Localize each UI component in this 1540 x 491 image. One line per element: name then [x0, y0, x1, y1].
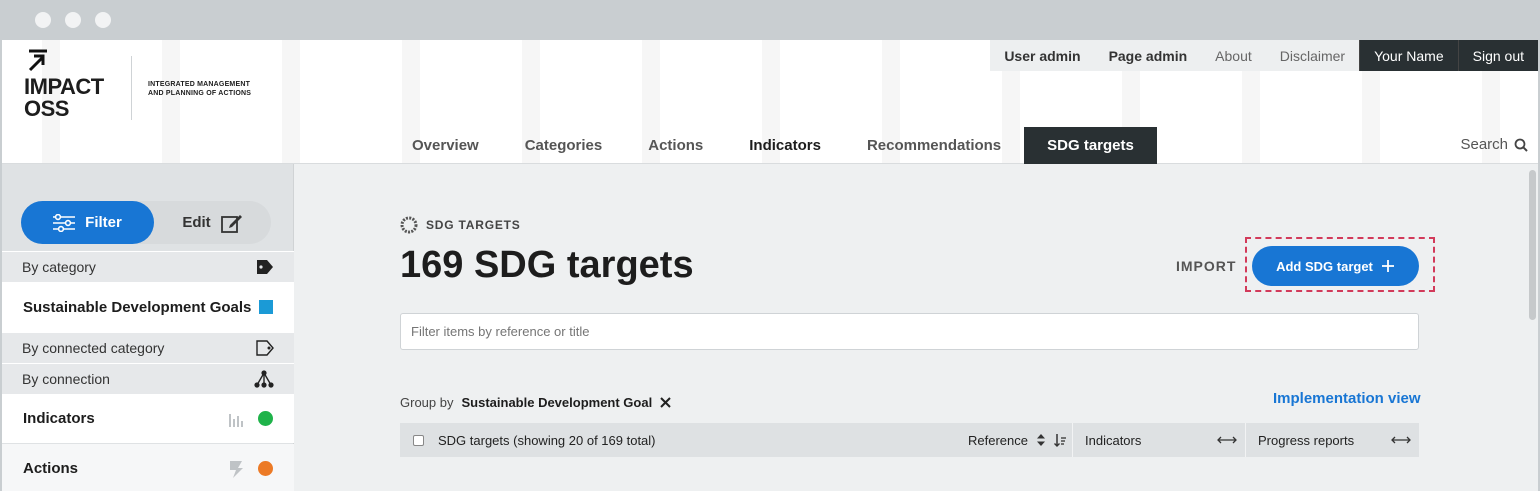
browser-chrome [0, 0, 1540, 40]
window-close-dot[interactable] [35, 12, 51, 28]
logo-tagline: INTEGRATED MANAGEMENT AND PLANNING OF AC… [148, 80, 251, 98]
site-header: IMPACT OSS INTEGRATED MANAGEMENT AND PLA… [2, 40, 1538, 164]
by-connected-category-label: By connected category [22, 340, 165, 356]
logo-divider [131, 56, 132, 120]
user-admin-link[interactable]: User admin [990, 40, 1095, 71]
by-connected-category-header[interactable]: By connected category [2, 332, 294, 363]
tab-recommendations[interactable]: Recommendations [844, 127, 1024, 164]
close-icon[interactable] [660, 397, 671, 408]
sidebar-item-sdg-goals-label: Sustainable Development Goals [23, 298, 252, 316]
edit-label: Edit [182, 214, 211, 231]
filter-edit-toggle: Filter Edit [21, 201, 271, 244]
disclaimer-link[interactable]: Disclaimer [1265, 40, 1360, 71]
group-by-label: Group by [400, 395, 454, 410]
logo-line-1: IMPACT [24, 74, 104, 99]
tab-categories[interactable]: Categories [502, 127, 626, 164]
sort-updown-icon[interactable] [1036, 434, 1045, 446]
actions-color-dot [258, 461, 273, 476]
sliders-icon [53, 213, 76, 232]
by-connection-label: By connection [22, 371, 110, 387]
bar-chart-icon [229, 413, 243, 427]
sdg-wheel-icon [400, 216, 418, 234]
tab-actions[interactable]: Actions [625, 127, 726, 164]
indicators-color-dot [258, 411, 273, 426]
add-sdg-target-label: Add SDG target [1276, 258, 1373, 274]
group-by-control: Group by Sustainable Development Goal [400, 395, 671, 410]
logo-wordmark: IMPACT OSS [24, 76, 104, 120]
tab-indicators[interactable]: Indicators [726, 127, 844, 164]
kicker-label: SDG TARGETS [426, 218, 521, 232]
column-divider [1072, 423, 1073, 457]
tab-sdg-targets[interactable]: SDG targets [1024, 127, 1157, 164]
table-header: SDG targets (showing 20 of 169 total) Re… [400, 423, 1419, 457]
tag-filled-icon [257, 260, 273, 274]
tag-outline-icon [256, 340, 274, 356]
page-kicker: SDG TARGETS [400, 216, 521, 234]
app-window: IMPACT OSS INTEGRATED MANAGEMENT AND PLA… [2, 40, 1538, 491]
sidebar-item-indicators-label: Indicators [23, 410, 95, 427]
filter-label: Filter [85, 214, 122, 231]
lightning-icon [230, 460, 243, 478]
arrow-logo-icon [28, 49, 47, 72]
by-category-header[interactable]: By category [2, 251, 294, 282]
sidebar-item-actions[interactable]: Actions [2, 444, 294, 491]
by-connection-header[interactable]: By connection [2, 363, 294, 394]
group-by-value[interactable]: Sustainable Development Goal [461, 395, 652, 410]
about-link[interactable]: About [1201, 40, 1266, 71]
title-column-header: SDG targets (showing 20 of 169 total) [438, 432, 656, 448]
page-admin-link[interactable]: Page admin [1094, 40, 1202, 71]
indicators-column-header: Indicators [1085, 432, 1142, 448]
page-scrollbar[interactable] [1529, 170, 1536, 320]
edit-pencil-icon [220, 214, 242, 233]
reference-column-label: Reference [968, 432, 1028, 448]
expand-progress-column-icon[interactable] [1390, 434, 1412, 446]
main-content: SDG TARGETS 169 SDG targets IMPORT Add S… [295, 164, 1538, 491]
tagline-line-2: AND PLANNING OF ACTIONS [148, 90, 252, 97]
sidebar: Filter Edit By category Sustainable Deve… [2, 164, 294, 491]
import-button[interactable]: IMPORT [1176, 258, 1236, 274]
logo-line-2: OSS [24, 96, 69, 121]
by-category-label: By category [22, 259, 96, 275]
page-title: 169 SDG targets [400, 244, 694, 286]
expand-indicators-column-icon[interactable] [1216, 434, 1238, 446]
connection-network-icon [254, 370, 274, 388]
top-navigation: User admin Page admin About Disclaimer Y… [990, 40, 1538, 71]
user-profile-link[interactable]: Your Name [1359, 40, 1458, 71]
sidebar-item-indicators[interactable]: Indicators [2, 394, 294, 443]
window-minimize-dot[interactable] [65, 12, 81, 28]
edit-button[interactable]: Edit [154, 201, 271, 244]
select-all-cell [413, 423, 424, 457]
filter-input[interactable] [400, 313, 1419, 350]
logo[interactable]: IMPACT OSS [24, 48, 134, 128]
sidebar-item-sdg-goals[interactable]: Sustainable Development Goals [2, 282, 294, 332]
window-maximize-dot[interactable] [95, 12, 111, 28]
plus-icon [1381, 260, 1394, 272]
implementation-view-link[interactable]: Implementation view [1273, 390, 1421, 407]
sidebar-item-actions-label: Actions [23, 460, 79, 477]
sdg-color-square [259, 300, 273, 314]
main-navigation: Overview Categories Actions Indicators R… [389, 127, 1157, 164]
search-icon [1514, 138, 1528, 152]
tagline-line-1: INTEGRATED MANAGEMENT [148, 81, 251, 88]
sign-out-link[interactable]: Sign out [1457, 40, 1538, 71]
search-label: Search [1460, 136, 1508, 153]
reference-column-header[interactable]: Reference [968, 423, 1066, 457]
column-divider [1245, 423, 1246, 457]
add-sdg-target-button[interactable]: Add SDG target [1252, 246, 1419, 286]
select-all-checkbox[interactable] [413, 434, 424, 446]
search-link[interactable]: Search [1460, 136, 1528, 153]
tab-overview[interactable]: Overview [389, 127, 502, 164]
filter-button[interactable]: Filter [21, 201, 154, 244]
sort-descending-icon[interactable] [1053, 433, 1066, 447]
progress-reports-column-header: Progress reports [1258, 432, 1355, 448]
